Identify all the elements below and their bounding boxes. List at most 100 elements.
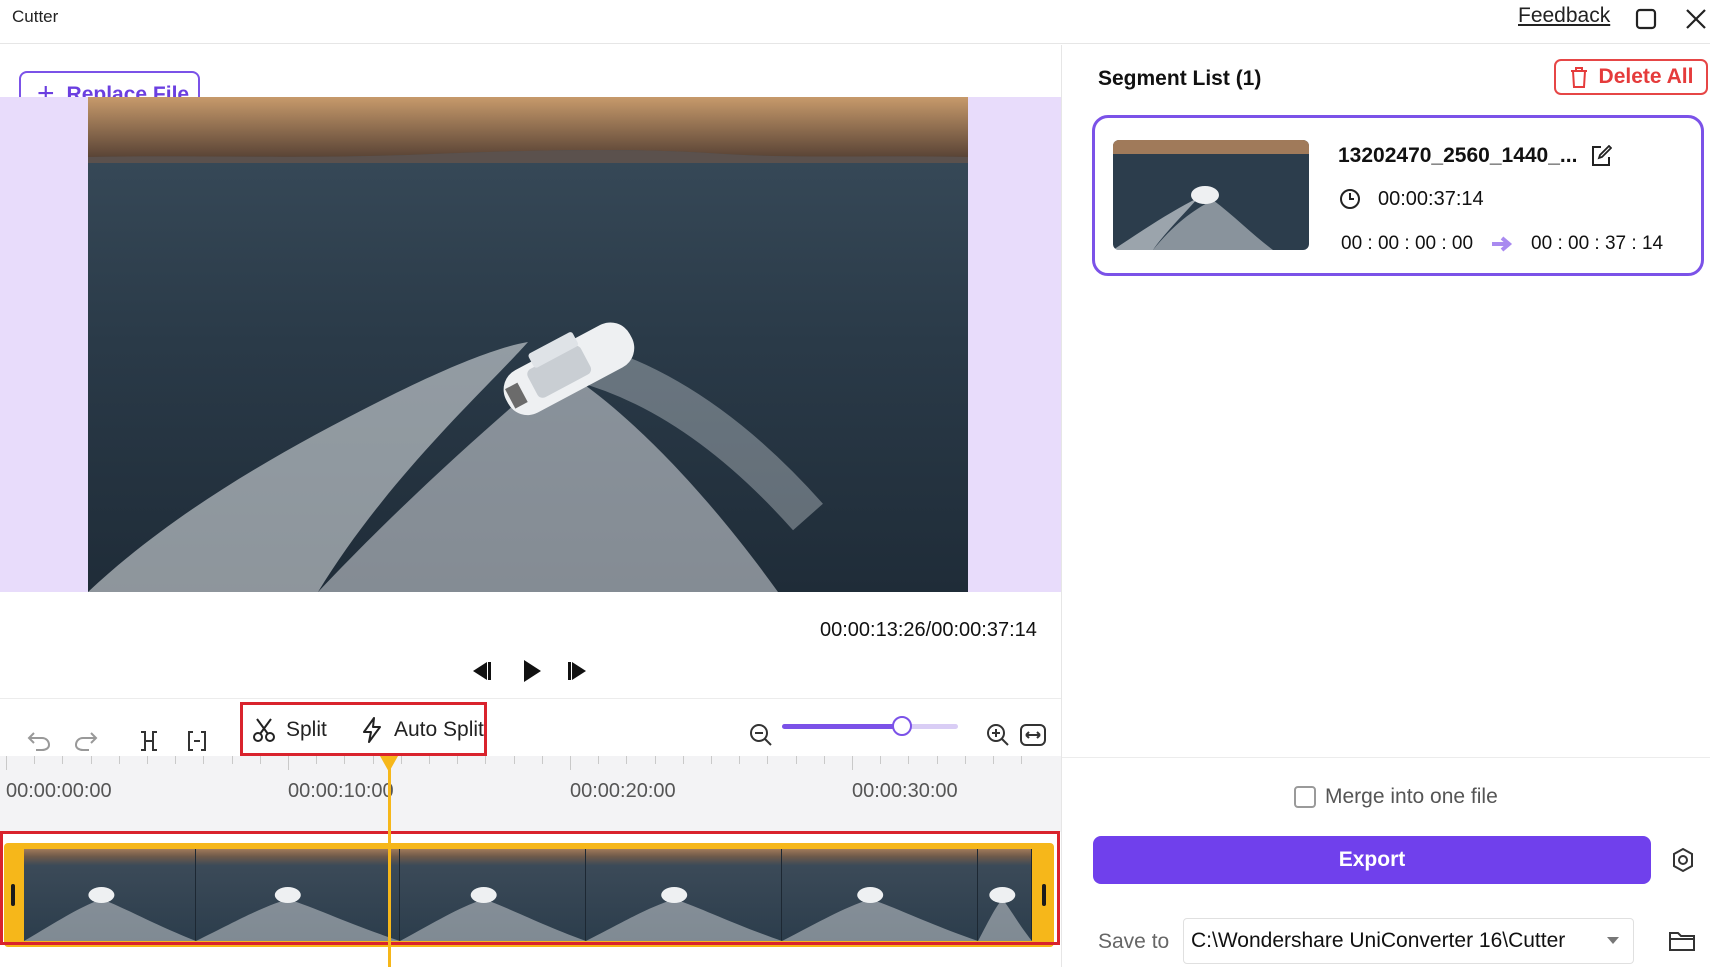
ruler-tick	[175, 756, 177, 764]
filmstrip-frame-image	[782, 887, 978, 941]
ruler-tick	[626, 756, 628, 764]
delete-all-button[interactable]: Delete All	[1554, 59, 1708, 95]
ruler-tick	[118, 756, 120, 764]
save-path-select[interactable]: C:\Wondershare UniConverter 16\Cutter	[1183, 918, 1634, 964]
export-settings-button[interactable]	[1669, 846, 1697, 874]
title-bar: Cutter Feedback	[0, 0, 1710, 44]
filmstrip-frame-image	[24, 887, 196, 941]
timeline-ruler[interactable]: 00:00:00:00 00:00:10:00 00:00:20:00 00:0…	[0, 756, 1061, 832]
ruler-label: 00:00:30:00	[852, 780, 958, 802]
ruler-tick	[964, 756, 966, 764]
segment-file-name: 13202470_2560_1440_...	[1338, 144, 1578, 167]
maximize-button[interactable]	[1631, 4, 1661, 34]
timeline-clip[interactable]	[4, 843, 1054, 947]
merge-label: Merge into one file	[1325, 785, 1498, 808]
redo-button[interactable]	[73, 728, 99, 754]
zoom-out-icon	[750, 724, 772, 746]
clip-end-handle[interactable]	[1042, 884, 1046, 906]
export-button[interactable]: Export	[1093, 836, 1651, 884]
ruler-tick	[598, 756, 600, 764]
ruler-tick	[880, 756, 882, 764]
segment-range: 00 : 00 : 00 : 00 00 : 00 : 37 : 14	[1341, 233, 1663, 255]
zoom-slider-fill	[782, 724, 902, 729]
save-path-value: C:\Wondershare UniConverter 16\Cutter	[1191, 929, 1566, 952]
ruler-tick	[936, 756, 938, 764]
rename-segment-button[interactable]	[1589, 144, 1613, 168]
ruler-tick	[513, 756, 515, 764]
next-frame-button[interactable]	[565, 657, 593, 685]
auto-split-button[interactable]: Auto Split	[360, 717, 484, 743]
chevron-down-icon	[1607, 937, 1619, 944]
ruler-tick	[541, 756, 543, 764]
filmstrip-frame	[586, 849, 782, 941]
redo-icon	[74, 732, 98, 751]
ruler-label: 00:00:10:00	[288, 780, 394, 802]
filmstrip-frame	[24, 849, 196, 941]
ruler-tick	[485, 756, 487, 764]
folder-icon	[1669, 932, 1695, 951]
trim-end-button[interactable]	[184, 728, 210, 754]
zoom-slider-thumb[interactable]	[892, 716, 912, 736]
video-preview[interactable]	[88, 97, 968, 592]
save-to-label: Save to	[1098, 930, 1170, 953]
segment-card[interactable]: 13202470_2560_1440_... 00:00:37:14 00 : …	[1092, 115, 1704, 276]
ruler-tick	[570, 756, 571, 770]
filmstrip-frame	[978, 849, 1032, 941]
undo-button[interactable]	[26, 728, 52, 754]
filmstrip-frame	[400, 849, 586, 941]
segment-panel: Segment List (1) Delete All 13202470_256…	[1062, 45, 1710, 967]
play-button[interactable]	[518, 656, 546, 686]
ruler-tick	[62, 756, 64, 764]
filmstrip	[24, 849, 1032, 941]
ruler-tick	[400, 756, 402, 764]
filmstrip-frame	[196, 849, 400, 941]
ruler-tick	[288, 756, 289, 770]
lightning-icon	[363, 717, 381, 743]
step-forward-icon	[568, 662, 586, 680]
trash-icon	[1570, 67, 1587, 88]
zoom-in-icon	[987, 724, 1009, 746]
split-button[interactable]: Split	[252, 717, 327, 743]
zoom-slider[interactable]	[782, 716, 958, 736]
zoom-out-button[interactable]	[748, 722, 774, 748]
merge-checkbox[interactable]	[1294, 786, 1316, 808]
segment-duration: 00:00:37:14	[1378, 188, 1484, 210]
delete-all-label: Delete All	[1598, 65, 1694, 88]
clip-start-handle[interactable]	[11, 884, 15, 906]
play-icon	[524, 660, 541, 682]
ruler-tick	[993, 756, 994, 764]
arrow-right-icon	[1492, 236, 1513, 252]
ruler-tick	[823, 756, 825, 764]
feedback-link[interactable]: Feedback	[1518, 4, 1610, 28]
ruler-tick	[6, 756, 7, 770]
clock-icon	[1340, 189, 1360, 209]
segment-list-title: Segment List (1)	[1098, 67, 1262, 90]
settings-icon	[1673, 847, 1693, 873]
playhead-knob[interactable]	[380, 756, 398, 772]
ruler-tick	[682, 756, 684, 764]
playback-timecode: 00:00:13:26/00:00:37:14	[820, 619, 1037, 641]
undo-icon	[27, 732, 51, 751]
ruler-tick	[429, 756, 430, 764]
merge-option[interactable]: Merge into one file	[1294, 785, 1498, 809]
ruler-tick	[147, 756, 148, 764]
ruler-label: 00:00:20:00	[570, 780, 676, 802]
playhead[interactable]	[388, 756, 391, 967]
previous-frame-button[interactable]	[466, 657, 494, 685]
zoom-in-button[interactable]	[985, 722, 1011, 748]
close-button[interactable]	[1681, 4, 1710, 34]
filmstrip-frame-image	[400, 887, 586, 941]
segment-thumbnail	[1113, 140, 1309, 250]
split-label: Split	[286, 718, 327, 741]
maximize-icon	[1635, 8, 1657, 30]
ruler-tick	[203, 756, 205, 764]
trim-start-button[interactable]	[136, 728, 162, 754]
ruler-tick	[767, 756, 769, 764]
open-folder-button[interactable]	[1667, 927, 1697, 955]
toolbar-divider	[0, 698, 1061, 699]
ruler-tick	[739, 756, 741, 764]
fit-timeline-button[interactable]	[1019, 722, 1047, 748]
auto-split-label: Auto Split	[394, 718, 484, 741]
ruler-tick	[908, 756, 910, 764]
ruler-tick	[316, 756, 318, 764]
